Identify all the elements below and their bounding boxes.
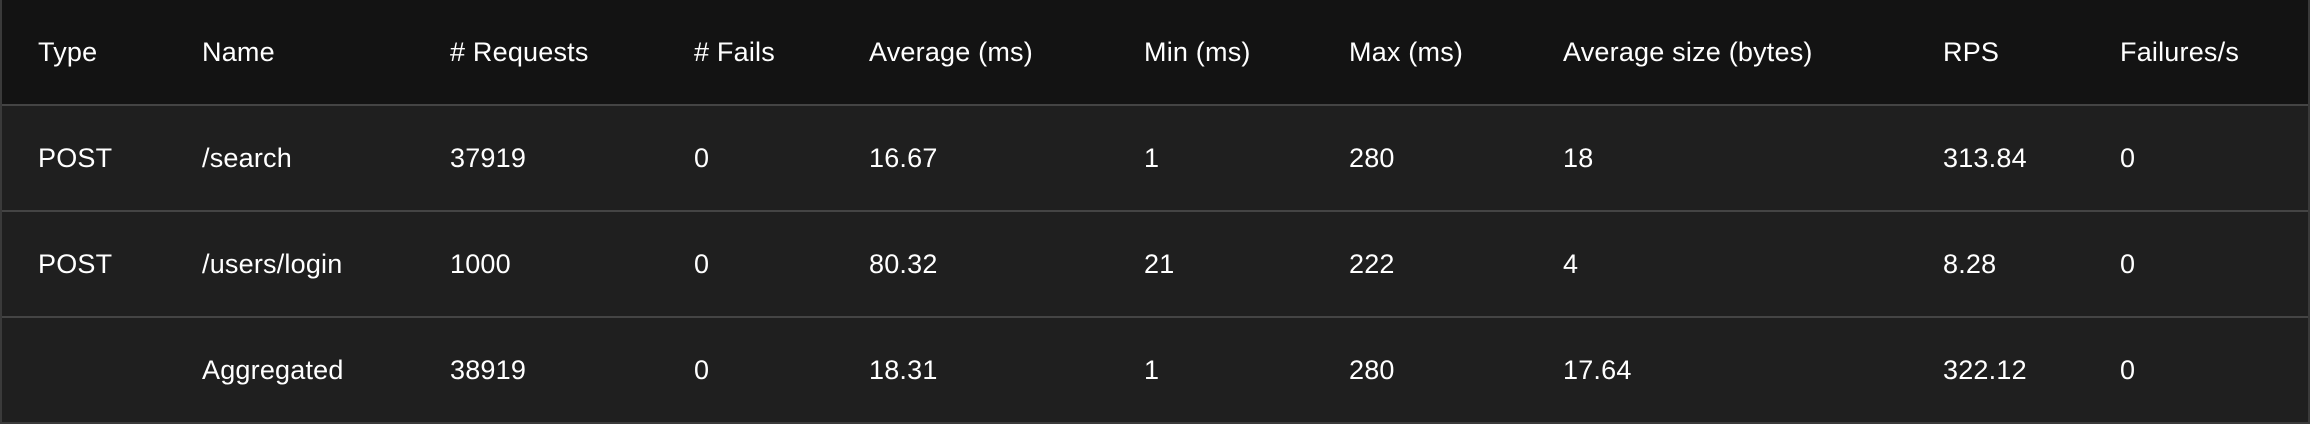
cell-rps: 313.84 [1943, 142, 2027, 173]
cell-average-size: 17.64 [1563, 354, 1632, 385]
column-header-average-ms[interactable]: Average (ms) [869, 0, 1033, 104]
cell-min-ms: 21 [1144, 248, 1175, 279]
table-row: POST /users/login 1000 0 80.32 21 222 4 … [2, 212, 2308, 318]
column-header-rps[interactable]: RPS [1943, 0, 1999, 104]
cell-average-ms: 80.32 [869, 248, 938, 279]
table-header: Type Name # Requests # Fails Average (ms… [2, 0, 2308, 106]
column-header-type[interactable]: Type [38, 0, 97, 104]
request-stats-table: Type Name # Requests # Fails Average (ms… [0, 0, 2310, 424]
cell-rps: 322.12 [1943, 354, 2027, 385]
cell-average-ms: 16.67 [869, 142, 938, 173]
cell-max-ms: 280 [1349, 142, 1395, 173]
cell-name: /users/login [202, 248, 343, 279]
column-header-requests[interactable]: # Requests [450, 0, 589, 104]
cell-average-ms: 18.31 [869, 354, 938, 385]
cell-fails: 0 [694, 248, 710, 279]
cell-max-ms: 222 [1349, 248, 1395, 279]
cell-requests: 1000 [450, 248, 511, 279]
cell-type: POST [38, 248, 113, 279]
column-header-failures-per-s[interactable]: Failures/s [2120, 0, 2239, 104]
cell-failures-per-s: 0 [2120, 248, 2136, 279]
cell-rps: 8.28 [1943, 248, 1997, 279]
column-header-name[interactable]: Name [202, 0, 275, 104]
cell-requests: 37919 [450, 142, 527, 173]
cell-min-ms: 1 [1144, 354, 1160, 385]
cell-fails: 0 [694, 142, 710, 173]
cell-fails: 0 [694, 354, 710, 385]
cell-average-size: 18 [1563, 142, 1594, 173]
cell-max-ms: 280 [1349, 354, 1395, 385]
cell-min-ms: 1 [1144, 142, 1160, 173]
cell-average-size: 4 [1563, 248, 1579, 279]
column-header-min-ms[interactable]: Min (ms) [1144, 0, 1251, 104]
column-header-fails[interactable]: # Fails [694, 0, 775, 104]
column-header-max-ms[interactable]: Max (ms) [1349, 0, 1463, 104]
cell-name: Aggregated [202, 354, 344, 385]
cell-type: POST [38, 142, 113, 173]
cell-failures-per-s: 0 [2120, 142, 2136, 173]
cell-failures-per-s: 0 [2120, 354, 2136, 385]
cell-name: /search [202, 142, 292, 173]
table-row: POST /search 37919 0 16.67 1 280 18 313.… [2, 106, 2308, 212]
cell-requests: 38919 [450, 354, 527, 385]
table-row-aggregated: Aggregated 38919 0 18.31 1 280 17.64 322… [2, 318, 2308, 422]
column-header-average-size[interactable]: Average size (bytes) [1563, 0, 1813, 104]
